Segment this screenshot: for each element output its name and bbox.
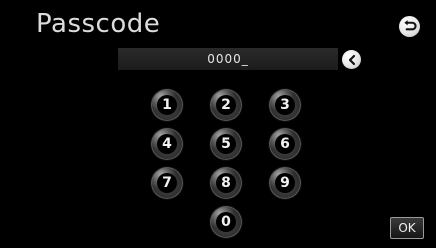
key-label: 7	[157, 173, 177, 193]
key-label: 2	[216, 95, 236, 115]
key-6[interactable]: 6	[269, 128, 301, 160]
key-label: 1	[157, 95, 177, 115]
key-label: 8	[216, 173, 236, 193]
backspace-button[interactable]	[342, 50, 361, 69]
key-4[interactable]: 4	[151, 128, 183, 160]
key-label: 9	[275, 173, 295, 193]
ok-button[interactable]: OK	[390, 217, 424, 239]
key-3[interactable]: 3	[269, 89, 301, 121]
key-0[interactable]: 0	[210, 206, 242, 238]
key-8[interactable]: 8	[210, 167, 242, 199]
key-label: 0	[216, 212, 236, 232]
key-label: 3	[275, 95, 295, 115]
key-label: 6	[275, 134, 295, 154]
passcode-screen: Passcode 0000_ 1 2 3 4 5 6 7 8 9 0 OK	[0, 0, 436, 248]
page-title: Passcode	[36, 9, 161, 39]
key-7[interactable]: 7	[151, 167, 183, 199]
key-9[interactable]: 9	[269, 167, 301, 199]
backspace-chevron-icon	[348, 54, 355, 65]
key-label: 5	[216, 134, 236, 154]
back-button[interactable]	[399, 16, 420, 37]
key-5[interactable]: 5	[210, 128, 242, 160]
key-1[interactable]: 1	[151, 89, 183, 121]
passcode-field[interactable]: 0000_	[118, 48, 338, 70]
key-label: 4	[157, 134, 177, 154]
return-arrow-icon	[404, 20, 417, 31]
key-2[interactable]: 2	[210, 89, 242, 121]
